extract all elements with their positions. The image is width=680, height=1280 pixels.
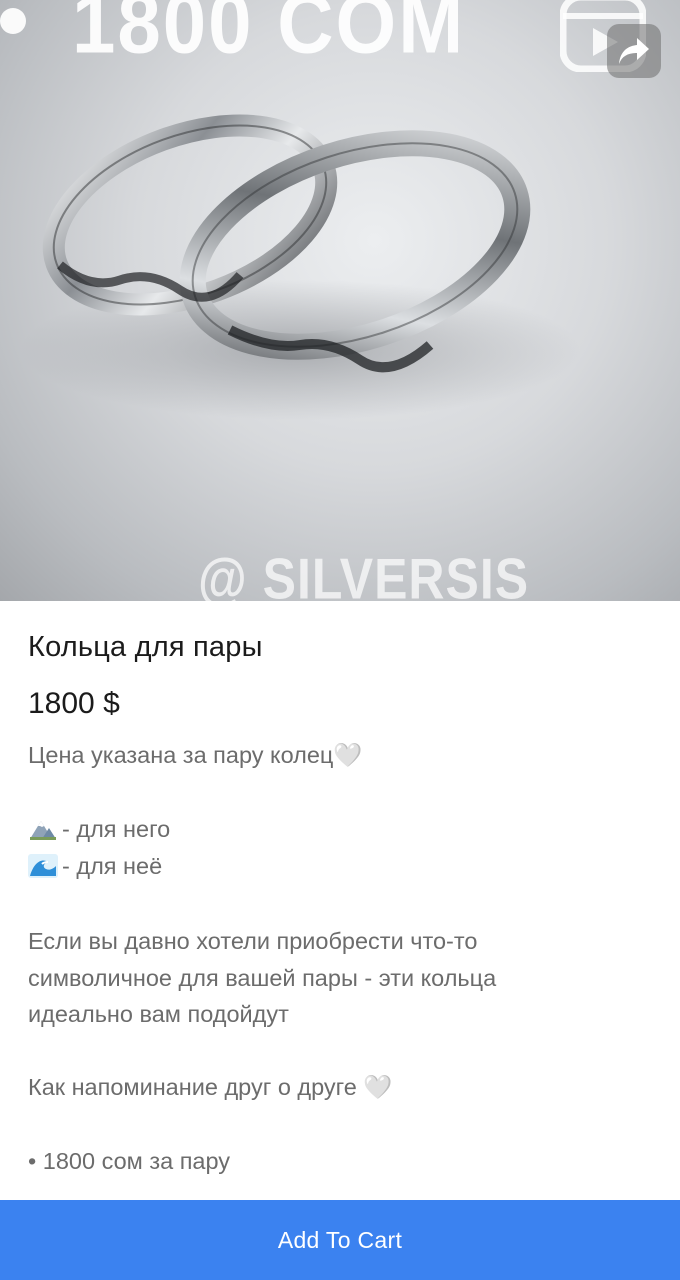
wave-icon <box>28 854 58 878</box>
hers-label: - для неё <box>62 853 163 879</box>
description-line-1: Если вы давно хотели приобрести что-то <box>28 928 478 954</box>
price-note: Цена указана за пару колец🤍 <box>28 742 363 768</box>
bullet-price: • 1800 сом за пару <box>28 1148 231 1174</box>
share-icon <box>619 38 649 64</box>
watermark-text: @ SILVERSIS <box>198 546 530 601</box>
rings-photo <box>20 114 580 420</box>
share-button[interactable] <box>607 24 661 78</box>
his-line: - для него <box>28 816 170 843</box>
hers-line: - для неё <box>28 853 162 880</box>
description-line-3: идеально вам подойдут <box>28 1001 289 1027</box>
mountain-icon <box>30 821 56 840</box>
reminder-text: Как напоминание друг о друге 🤍 <box>28 1074 393 1100</box>
product-title: Кольца для пары <box>28 631 263 663</box>
his-label: - для него <box>62 816 171 842</box>
product-price: 1800 $ <box>28 687 120 720</box>
add-to-cart-button[interactable]: Add To Cart <box>0 1200 680 1280</box>
product-image[interactable]: 1800 COM @ SILVERSIS <box>0 0 680 601</box>
description-line-2: символичное для вашей пары - эти кольца <box>28 965 497 991</box>
